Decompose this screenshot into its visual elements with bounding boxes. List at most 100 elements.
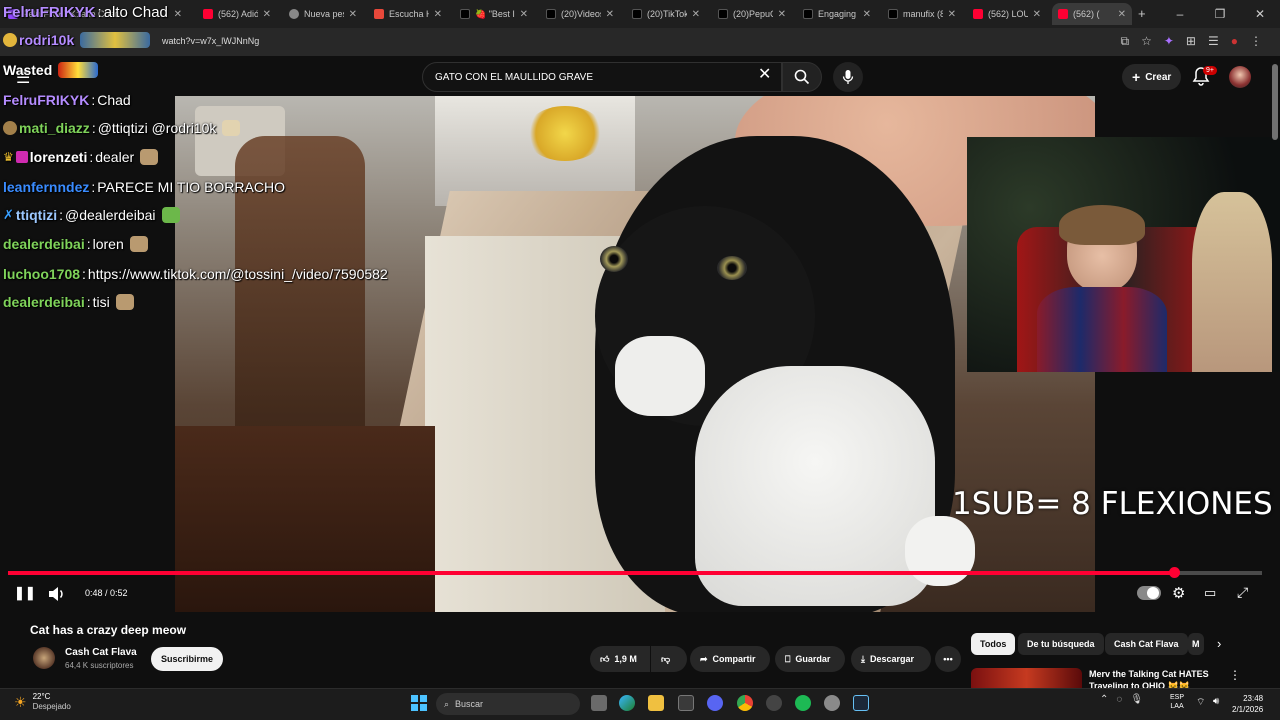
chat-text: @ttiqtizi @rodri10k [97,120,217,136]
more-icon: ••• [943,654,953,664]
close-icon[interactable]: ✕ [692,9,700,20]
store-icon[interactable] [678,695,694,711]
like-button[interactable]: 👍︎ 1,9 M [590,646,650,672]
install-app-icon[interactable]: ⧉ [1121,34,1130,49]
search-button[interactable] [782,62,822,92]
keyboard-language[interactable]: ESP LAA [1170,693,1184,711]
close-icon[interactable]: ✕ [520,9,528,20]
emote-icon [222,120,241,136]
reading-list-icon[interactable]: ☰ [1208,34,1219,49]
minimize-icon[interactable]: – [1160,7,1200,21]
tab-title: manufix (8 [903,9,943,19]
system-tray: ⌃ ◌ 🎙︎ [1100,694,1143,705]
chevron-right-icon[interactable]: › [1217,636,1221,651]
weather-widget[interactable]: ☀ 22°C Despejado [14,692,71,712]
browser-tab[interactable]: Engaging ✕ [797,3,877,25]
close-icon[interactable]: ✕ [948,9,956,20]
create-button[interactable]: + Crear [1122,64,1182,90]
browser-tab[interactable]: 🍓 "Best I ✕ [454,3,534,25]
close-icon[interactable]: ✕ [778,9,786,20]
channel-avatar[interactable] [33,647,55,669]
chrome-icon[interactable] [737,695,753,711]
browser-tab[interactable]: (20)PepuC ✕ [712,3,792,25]
channel-name[interactable]: Cash Cat Flava [65,647,137,658]
recommendation-menu-icon[interactable]: ⋮ [1229,668,1241,682]
search-input[interactable]: GATO CON EL MAULLIDO GRAVE [422,62,782,92]
chevron-up-icon[interactable]: ⌃ [1100,694,1108,705]
address-bar-actions: ⧉ ☆ ✦ ⊞ ☰ ● ⋮ [1121,34,1262,49]
menu-icon[interactable]: ⋮ [1250,34,1262,49]
emote-icon [58,62,99,78]
weather-desc: Despejado [32,702,71,711]
browser-tab[interactable]: (20)Videos ✕ [540,3,620,25]
chip-de-tu-busqueda[interactable]: De tu búsqueda [1018,633,1104,655]
chat-message: mati_diazz: @ttiqtizi @rodri10k [3,120,241,136]
chat-text: dealer [95,149,135,165]
plus-icon: + [1132,69,1141,85]
windows-start-icon[interactable] [411,695,427,711]
recommendation-thumbnail[interactable] [971,668,1082,688]
wifi-icon[interactable]: ⌔ [1196,696,1205,709]
create-label: Crear [1145,71,1172,83]
chat-message: ✗ ttiqtizi: @dealerdeibai [3,207,180,223]
discord-icon[interactable] [707,695,723,711]
chat-separator: : [86,294,91,310]
settings-gear-icon[interactable]: ⚙ [1172,584,1185,602]
account-avatar[interactable] [1229,66,1251,88]
page-scrollbar[interactable] [1272,64,1278,140]
weather-temp: 22°C [32,692,51,701]
chat-username: FelruFRIKYK [3,4,96,21]
file-explorer-icon[interactable] [648,695,664,711]
network-icon[interactable]: ◌ [1116,694,1122,705]
theater-mode-icon[interactable]: ▭ [1204,585,1216,601]
github-desktop-icon[interactable] [766,695,782,711]
close-icon[interactable]: ✕ [863,9,871,20]
speaker-icon[interactable]: 🔊︎ [1213,696,1219,707]
browser-tab[interactable]: manufix (8 ✕ [882,3,962,25]
steam-icon[interactable] [853,695,869,711]
dislike-button[interactable]: 👎︎ [651,646,687,672]
autoplay-toggle[interactable] [1137,586,1161,600]
chip-cash-cat-flava[interactable]: Cash Cat Flava [1105,633,1188,655]
pause-icon[interactable]: ❚❚ [14,585,36,601]
download-button[interactable]: ⤓ Descargar [851,646,931,672]
taskbar-clock[interactable]: 23:48 2/1/2026 [1232,693,1263,715]
more-actions-button[interactable]: ••• [935,646,961,672]
volume-icon[interactable] [48,586,66,602]
close-window-icon[interactable]: ✕ [1240,7,1280,21]
microphone-icon[interactable]: 🎙︎ [1130,694,1143,705]
recommendation-title[interactable]: Merv the Talking Cat HATES Traveling to … [1089,668,1219,688]
fullscreen-icon[interactable]: ⤢ [1237,584,1248,601]
streamer-jersey [1037,287,1167,372]
browser-tab-active[interactable]: (562) ( ✕ [1052,3,1132,25]
extension-icon[interactable]: ✦ [1164,34,1174,49]
spotify-icon[interactable] [795,695,811,711]
maximize-icon[interactable]: ❐ [1200,7,1240,21]
chat-message: rodri10k [3,32,151,48]
save-button[interactable]: ⎕ Guardar [775,646,845,672]
close-icon[interactable]: ✕ [606,9,614,20]
profile-icon[interactable]: ● [1231,34,1238,49]
puzzle-icon[interactable]: ⊞ [1186,34,1196,49]
close-icon[interactable]: ✕ [1033,9,1041,20]
edge-browser-icon[interactable] [619,695,635,711]
share-button[interactable]: ➦ Compartir [690,646,770,672]
video-scrubber-handle[interactable] [1169,567,1181,578]
subscribe-button[interactable]: Suscribirme [151,647,224,671]
browser-tab[interactable]: (20)TikTok ✕ [626,3,706,25]
clear-search-icon[interactable]: ✕ [758,64,771,84]
voice-search-button[interactable] [833,62,863,92]
video-progress-bar[interactable] [8,567,1262,578]
close-icon[interactable]: ✕ [1118,9,1126,20]
taskbar-search[interactable]: ⌕ Buscar [436,693,580,715]
subscriber-count: 64,4 K suscriptores [65,661,134,670]
settings-icon[interactable] [824,695,840,711]
chat-separator: : [91,120,96,136]
browser-tab[interactable]: (562) LOU ✕ [967,3,1047,25]
task-view-icon[interactable] [591,695,607,711]
chip-more[interactable]: M [1188,633,1204,655]
chip-todos[interactable]: Todos [971,633,1016,655]
new-tab-button[interactable]: + [1138,6,1146,21]
tiktok-icon [803,9,813,19]
bookmark-star-icon[interactable]: ☆ [1141,34,1152,49]
